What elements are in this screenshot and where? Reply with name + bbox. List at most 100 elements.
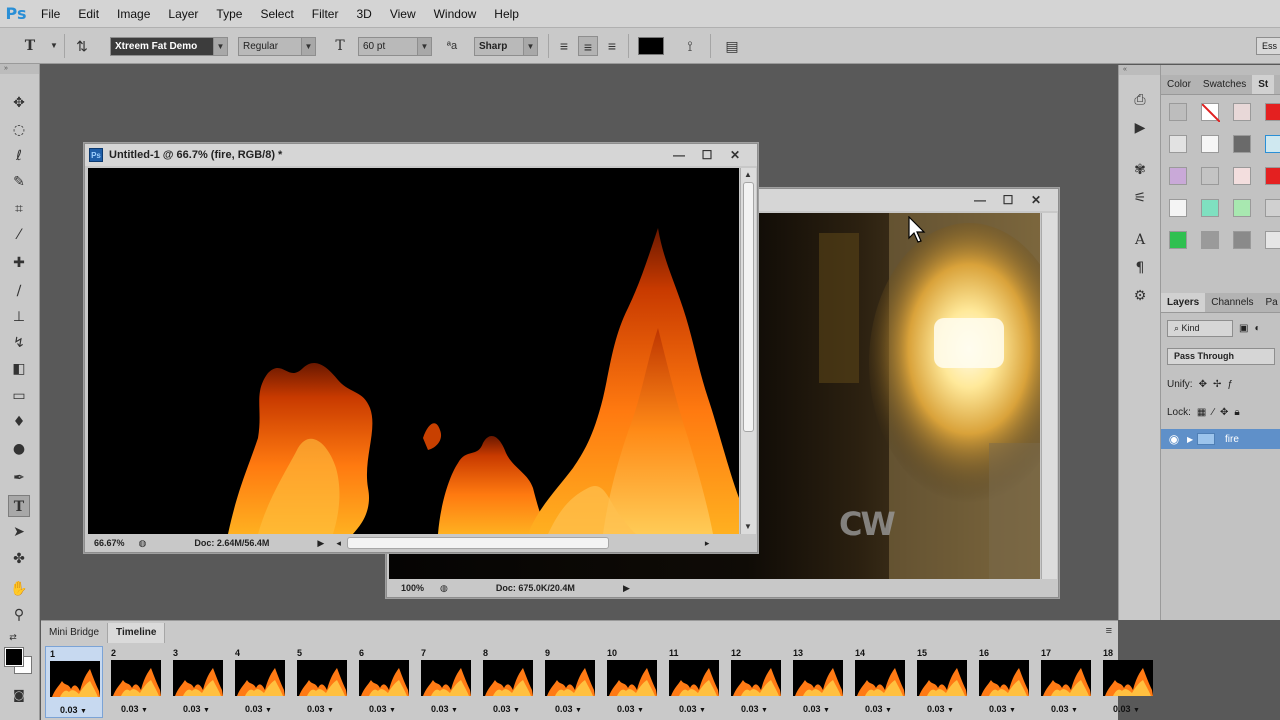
- text-orientation-icon[interactable]: ⇅: [72, 36, 92, 56]
- brush-panel-icon[interactable]: ⚟: [1129, 187, 1151, 209]
- foreground-color-swatch[interactable]: [4, 647, 24, 667]
- style-swatch[interactable]: [1169, 103, 1187, 121]
- path-selection-icon[interactable]: ➤: [8, 521, 30, 543]
- type-tool-icon[interactable]: T: [8, 495, 30, 517]
- timeline-frame[interactable]: 9 0.03 ▼: [541, 646, 599, 718]
- hand-tool-icon[interactable]: ✋: [8, 578, 30, 600]
- timeline-frame[interactable]: 18 0.03 ▼: [1099, 646, 1157, 718]
- frame-delay[interactable]: 0.03 ▼: [679, 704, 706, 714]
- menu-select[interactable]: Select: [251, 0, 302, 28]
- timeline-frame[interactable]: 12 0.03 ▼: [727, 646, 785, 718]
- panel-menu-icon[interactable]: ≡: [1106, 625, 1112, 637]
- style-swatch[interactable]: [1233, 167, 1251, 185]
- lock-position-icon[interactable]: ✥: [1220, 407, 1228, 418]
- frame-delay[interactable]: 0.03 ▼: [431, 704, 458, 714]
- unify-visibility-icon[interactable]: ✢: [1213, 379, 1221, 390]
- frame-delay[interactable]: 0.03 ▼: [865, 704, 892, 714]
- layer-kind-filter[interactable]: ⌕ Kind: [1167, 319, 1233, 337]
- healing-brush-icon[interactable]: ✚: [8, 252, 30, 274]
- character-icon[interactable]: A: [1129, 229, 1151, 251]
- status-info-icon[interactable]: ◍: [440, 583, 448, 594]
- frame-delay[interactable]: 0.03 ▼: [555, 704, 582, 714]
- swap-colors-icon[interactable]: ⇄: [2, 627, 24, 649]
- style-swatch[interactable]: [1201, 231, 1219, 249]
- timeline-frame[interactable]: 13 0.03 ▼: [789, 646, 847, 718]
- blur-tool-icon[interactable]: ♦: [8, 411, 30, 433]
- character-panel-icon[interactable]: ▤: [722, 36, 742, 56]
- tab-styles[interactable]: St: [1252, 75, 1275, 94]
- style-swatch[interactable]: [1169, 199, 1187, 217]
- timeline-frame[interactable]: 6 0.03 ▼: [355, 646, 413, 718]
- blend-mode-select[interactable]: Pass Through: [1167, 347, 1275, 365]
- image-filter-icon[interactable]: ▣: [1239, 323, 1248, 334]
- panel-grip[interactable]: «: [1119, 65, 1160, 75]
- unify-position-icon[interactable]: ✥: [1199, 379, 1207, 390]
- style-swatch[interactable]: [1265, 103, 1280, 121]
- expand-arrow-icon[interactable]: ▶: [1187, 435, 1197, 444]
- timeline-frame[interactable]: 3 0.03 ▼: [169, 646, 227, 718]
- style-swatch[interactable]: [1265, 135, 1280, 153]
- style-swatch[interactable]: [1169, 231, 1187, 249]
- menu-edit[interactable]: Edit: [69, 0, 108, 28]
- timeline-frame[interactable]: 4 0.03 ▼: [231, 646, 289, 718]
- menu-layer[interactable]: Layer: [159, 0, 207, 28]
- timeline-frame[interactable]: 7 0.03 ▼: [417, 646, 475, 718]
- document-1-title-bar[interactable]: Ps Untitled-1 @ 66.7% (fire, RGB/8) * — …: [85, 144, 757, 166]
- menu-view[interactable]: View: [381, 0, 425, 28]
- eraser-tool-icon[interactable]: ◧: [8, 358, 30, 380]
- tab-channels[interactable]: Channels: [1205, 293, 1259, 312]
- timeline-frame[interactable]: 1 0.03 ▼: [45, 646, 103, 718]
- style-swatch[interactable]: [1233, 199, 1251, 217]
- style-swatch[interactable]: [1265, 167, 1280, 185]
- frame-delay[interactable]: 0.03 ▼: [307, 704, 334, 714]
- quick-selection-icon[interactable]: ✎: [8, 171, 30, 193]
- document-1-vertical-scrollbar[interactable]: ▲ ▼: [740, 168, 756, 534]
- tab-color[interactable]: Color: [1161, 75, 1197, 94]
- frame-delay[interactable]: 0.03 ▼: [617, 704, 644, 714]
- scroll-right-icon[interactable]: ▸: [705, 538, 710, 549]
- menu-window[interactable]: Window: [425, 0, 486, 28]
- close-icon[interactable]: ✕: [1024, 192, 1048, 208]
- document-2-vertical-scrollbar[interactable]: [1041, 213, 1057, 579]
- tab-paths[interactable]: Pa: [1260, 293, 1280, 312]
- frame-delay[interactable]: 0.03 ▼: [60, 705, 87, 715]
- style-swatch[interactable]: [1201, 167, 1219, 185]
- lasso-tool-icon[interactable]: ℓ: [8, 145, 30, 167]
- menu-filter[interactable]: Filter: [303, 0, 348, 28]
- tab-layers[interactable]: Layers: [1161, 293, 1206, 312]
- menu-image[interactable]: Image: [108, 0, 159, 28]
- tab-swatches[interactable]: Swatches: [1197, 75, 1252, 94]
- lock-transparent-icon[interactable]: ▦: [1197, 407, 1206, 418]
- tool-presets-icon[interactable]: ⚙: [1129, 285, 1151, 307]
- maximize-icon[interactable]: ☐: [695, 147, 719, 163]
- scroll-down-icon[interactable]: ▼: [744, 522, 752, 531]
- style-swatch[interactable]: [1265, 231, 1280, 249]
- adjustment-filter-icon[interactable]: ◐: [1254, 323, 1260, 334]
- workspace-switcher[interactable]: Ess: [1256, 37, 1280, 55]
- history-icon[interactable]: ⎙: [1129, 89, 1151, 111]
- document-size[interactable]: Doc: 2.64M/56.4M: [194, 538, 269, 548]
- document-1-canvas[interactable]: [88, 168, 739, 534]
- crop-tool-icon[interactable]: ⌗: [8, 198, 30, 220]
- close-icon[interactable]: ✕: [723, 147, 747, 163]
- text-color-swatch[interactable]: [638, 37, 664, 55]
- vertical-scroll-thumb[interactable]: [743, 182, 754, 432]
- unify-style-icon[interactable]: ƒ: [1227, 379, 1233, 390]
- lock-all-icon[interactable]: 🔒︎: [1234, 407, 1239, 418]
- move-tool-icon[interactable]: ✥: [8, 92, 30, 114]
- status-menu-arrow-icon[interactable]: ▶: [317, 538, 324, 549]
- menu-help[interactable]: Help: [485, 0, 528, 28]
- align-center-icon[interactable]: ≡: [578, 36, 598, 56]
- style-swatch[interactable]: [1201, 199, 1219, 217]
- warp-text-icon[interactable]: ⟟: [680, 36, 700, 56]
- maximize-icon[interactable]: ☐: [996, 192, 1020, 208]
- paragraph-icon[interactable]: ¶: [1129, 257, 1151, 279]
- frame-delay[interactable]: 0.03 ▼: [741, 704, 768, 714]
- quick-mask-icon[interactable]: ◙: [8, 684, 30, 706]
- menu-file[interactable]: File: [32, 0, 69, 28]
- tab-mini-bridge[interactable]: Mini Bridge: [41, 623, 107, 643]
- eyedropper-icon[interactable]: ⁄: [8, 224, 30, 246]
- timeline-frame[interactable]: 15 0.03 ▼: [913, 646, 971, 718]
- frame-delay[interactable]: 0.03 ▼: [927, 704, 954, 714]
- zoom-level[interactable]: 66.67%: [94, 538, 125, 548]
